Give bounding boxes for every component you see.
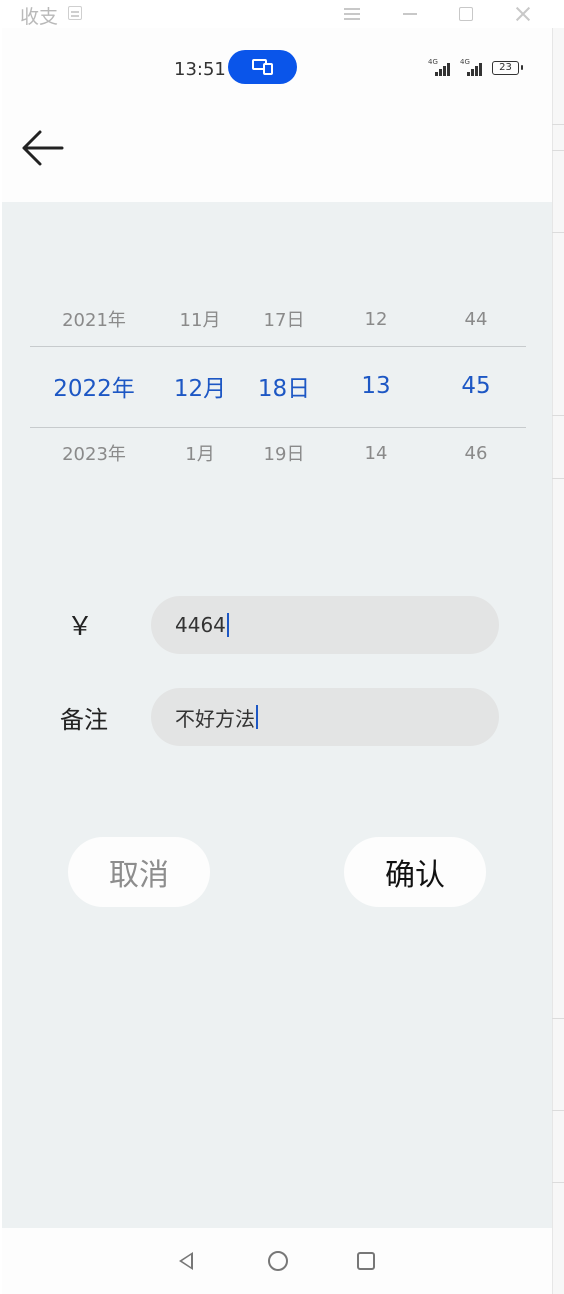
back-button[interactable] — [16, 122, 72, 174]
minimize-icon — [403, 13, 417, 15]
nav-recent-button[interactable] — [348, 1243, 384, 1279]
host-divider — [552, 1182, 564, 1183]
nav-back-icon — [179, 1252, 193, 1270]
nav-home-button[interactable] — [260, 1243, 296, 1279]
battery-icon: 23 — [492, 61, 523, 75]
picker-row-previous: 2021年 11月 17日 12 44 — [30, 296, 526, 342]
app-bar — [2, 108, 552, 202]
host-divider — [552, 478, 564, 479]
host-divider — [552, 1110, 564, 1111]
cancel-button[interactable]: 取消 — [68, 837, 210, 907]
note-label: 备注 — [60, 706, 108, 734]
picker-year[interactable]: 2023年 — [44, 430, 144, 476]
amount-value: 4464 — [175, 613, 226, 637]
picker-minute[interactable]: 44 — [434, 296, 518, 342]
picker-day-selected[interactable]: 18日 — [242, 346, 326, 426]
navigation-bar — [2, 1228, 552, 1294]
picker-year-selected[interactable]: 2022年 — [44, 346, 144, 426]
screen-share-button[interactable] — [228, 50, 297, 84]
window-title: 收支 — [20, 6, 59, 28]
host-divider — [552, 150, 564, 151]
menu-icon — [344, 13, 360, 15]
host-divider — [552, 415, 564, 416]
picker-minute-selected[interactable]: 45 — [434, 346, 518, 426]
picker-day[interactable]: 17日 — [242, 296, 326, 342]
screen-share-icon — [251, 59, 274, 75]
close-button[interactable] — [503, 0, 543, 28]
note-input[interactable]: 不好方法 — [151, 688, 499, 746]
amount-label: ￥ — [67, 612, 94, 642]
picker-hour[interactable]: 14 — [334, 430, 418, 476]
picker-minute[interactable]: 46 — [434, 430, 518, 476]
status-bar: 13:51 4G 4G 23 — [2, 28, 552, 108]
menu-button[interactable] — [332, 0, 372, 28]
arrow-left-icon — [22, 130, 64, 166]
nav-home-icon — [268, 1251, 288, 1271]
host-divider — [552, 232, 564, 233]
nav-recent-icon — [357, 1252, 375, 1270]
picker-hour-selected[interactable]: 13 — [334, 346, 418, 426]
confirm-button[interactable]: 确认 — [344, 837, 486, 907]
text-cursor — [226, 613, 229, 637]
picker-row-next: 2023年 1月 19日 14 46 — [30, 430, 526, 476]
datetime-picker[interactable]: 2021年 11月 17日 12 44 2022年 12月 18日 13 45 … — [30, 296, 526, 476]
picker-month[interactable]: 1月 — [158, 430, 242, 476]
phone-screen: 13:51 4G 4G 23 2021年 11月 17日 12 44 2022年… — [2, 28, 552, 1294]
host-background-strip — [552, 28, 564, 1294]
picker-selection-divider — [30, 427, 526, 428]
window-title-bar: 收支 — [0, 0, 564, 28]
nav-back-button[interactable] — [168, 1243, 204, 1279]
picker-year[interactable]: 2021年 — [44, 296, 144, 342]
picker-hour[interactable]: 12 — [334, 296, 418, 342]
close-icon — [515, 6, 531, 22]
amount-input[interactable]: 4464 — [151, 596, 499, 654]
picker-month[interactable]: 11月 — [158, 296, 242, 342]
text-cursor — [256, 705, 258, 729]
host-divider — [552, 124, 564, 125]
battery-level: 23 — [499, 62, 512, 73]
picker-day[interactable]: 19日 — [242, 430, 326, 476]
note-value: 不好方法 — [175, 706, 255, 731]
maximize-button[interactable] — [446, 0, 486, 28]
window-app-icon — [68, 6, 82, 20]
host-divider — [552, 1018, 564, 1019]
maximize-icon — [459, 7, 473, 21]
minimize-button[interactable] — [390, 0, 430, 28]
status-time: 13:51 — [174, 59, 226, 80]
signal-icon: 4G — [460, 58, 486, 78]
picker-month-selected[interactable]: 12月 — [158, 346, 242, 426]
signal-icon: 4G — [428, 58, 454, 78]
picker-row-selected: 2022年 12月 18日 13 45 — [30, 346, 526, 426]
